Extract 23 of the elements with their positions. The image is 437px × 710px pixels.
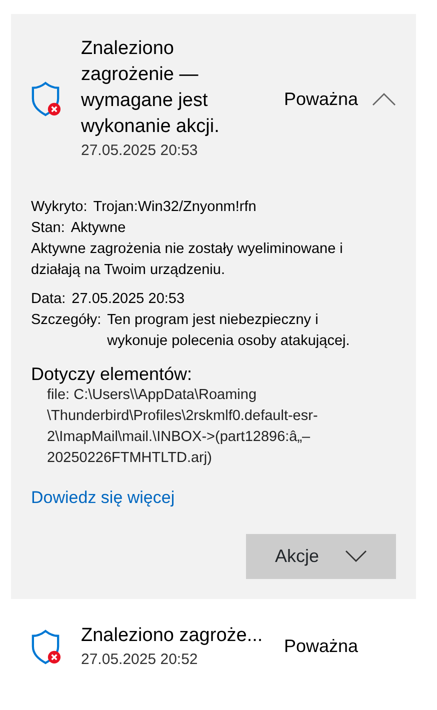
- severity-label: Poważna: [284, 88, 358, 111]
- affected-heading: Dotyczy elementów:: [31, 364, 194, 384]
- field-label: Data:: [31, 290, 66, 308]
- caret-icon[interactable]: [345, 550, 367, 562]
- field-label: Wykryto:: [31, 198, 88, 216]
- file-path: file: C:\Users\\AppData\Roaming \Thunderbird\Profiles\2rskmlf0.default-esr-2\ImapMail\mail.\INBOX->(part12896:â„–20250226FTMHTLTD.arj): [46, 386, 319, 468]
- actions-button[interactable]: Akcje: [246, 534, 396, 578]
- learn-more-link[interactable]: Dowiedz się więcej: [31, 486, 175, 508]
- shield-alert-icon: [31, 628, 61, 665]
- severity-label: Poważna: [284, 635, 358, 658]
- field-value: Ten program jest niebezpieczny i wykonuje polecenia osoby atakującej.: [107, 310, 351, 350]
- field-label: Szczegóły:: [31, 310, 102, 330]
- collapse-chevron-icon[interactable]: [372, 92, 396, 106]
- threat-date: 27.05.2025 20:53: [81, 141, 199, 161]
- threat-title: Znaleziono zagrożenie — wymagane jest wykonanie akcji.: [81, 37, 220, 139]
- shield-alert-icon: [31, 81, 61, 118]
- threat-date: 27.05.2025 20:52: [81, 650, 199, 670]
- status-description: Aktywne zagrożenia nie zostały wyeliminowane i działają na Twoim urządzeniu.: [31, 240, 344, 280]
- field-value: 27.05.2025 20:53: [72, 290, 185, 308]
- threat-title: Znaleziono zagroże...: [81, 624, 263, 648]
- field-value: Trojan:Win32/Znyonm!rfn: [93, 198, 256, 216]
- field-label: Stan:: [31, 218, 65, 238]
- field-value: Aktywne: [70, 218, 126, 238]
